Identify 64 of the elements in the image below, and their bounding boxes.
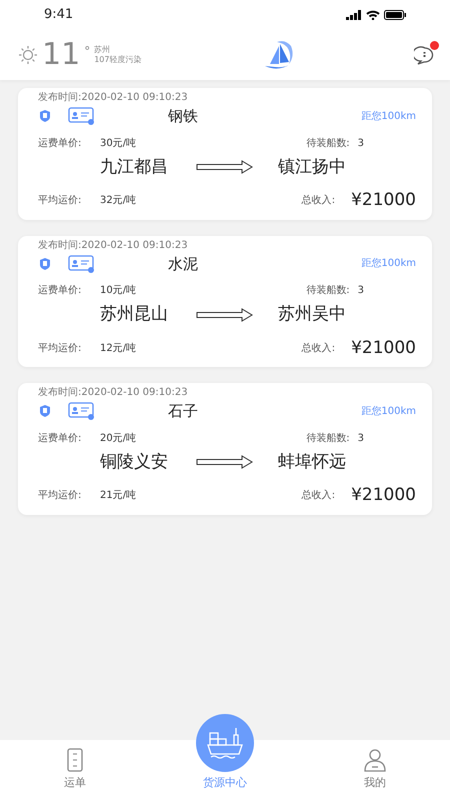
destination-city: 蚌埠怀远 [278,450,346,474]
total-income: ¥21000 [351,484,416,507]
freight-price: 20元/吨 [100,432,138,446]
id-card-icon [68,254,96,273]
cargo-name: 石子 [168,401,199,422]
distance: 距您100km [361,404,416,419]
origin-city: 铜陵义安 [100,450,169,474]
air-quality: 107轻度污染 [94,55,142,66]
id-card-icon [68,107,96,126]
status-time: 9:41 [44,6,74,24]
message-icon[interactable] [414,44,436,67]
tab-item[interactable]: 我的 [325,748,425,792]
temperature: 11 [42,40,80,70]
id-card-icon [68,402,96,420]
route-arrow-icon [196,308,254,322]
distance: 距您100km [361,257,416,272]
shield-badge-icon [38,404,52,418]
degree-sign: ° [84,43,90,60]
total-income: ¥21000 [351,189,416,212]
avg-price-label: 平均运价: [38,342,82,356]
avg-price: 32元/吨 [100,194,138,208]
ships-count: 3 [358,136,364,150]
origin-city: 苏州昆山 [100,303,169,326]
ships-label: 待装船数: [306,136,350,150]
signal-icon [346,10,362,20]
sun-icon [18,45,38,65]
ships-count: 3 [358,432,364,446]
ships-label: 待装船数: [306,432,350,446]
shield-badge-icon [38,109,52,124]
publish-time: 发布时间:2020-02-10 09:10:23 [38,238,189,252]
ships-count: 3 [358,284,364,298]
origin-city: 九江都昌 [100,156,169,178]
tab-item[interactable]: 货源中心 [175,714,275,792]
income-label: 总收入: [302,488,336,504]
freight-label: 运费单价: [38,432,82,446]
ships-label: 待装船数: [306,284,350,298]
freight-label: 运费单价: [38,136,82,150]
cargo-ship-icon [206,727,244,759]
wifi-icon [366,10,380,20]
avg-price: 12元/吨 [100,342,138,356]
avg-price-label: 平均运价: [38,194,82,208]
city-name: 苏州 [94,44,112,55]
total-income: ¥21000 [351,336,416,360]
freight-price: 30元/吨 [100,136,138,150]
avg-price: 21元/吨 [100,488,138,504]
avg-price-label: 平均运价: [38,488,82,504]
route-arrow-icon [196,160,254,174]
person-icon [363,748,387,772]
tab-item[interactable]: 运单 [25,748,125,792]
battery-icon [384,10,406,20]
income-label: 总收入: [302,342,336,356]
freight-label: 运费单价: [38,284,82,298]
cargo-name: 水泥 [168,254,199,274]
distance: 距您100km [361,110,416,124]
destination-city: 苏州吴中 [278,303,346,326]
document-icon [66,748,84,772]
destination-city: 镇江扬中 [278,156,346,178]
shield-badge-icon [38,256,52,271]
income-label: 总收入: [302,194,336,208]
cargo-name: 钢铁 [168,106,199,127]
freight-price: 10元/吨 [100,284,138,298]
publish-time: 发布时间:2020-02-10 09:10:23 [38,386,189,400]
publish-time: 发布时间:2020-02-10 09:10:23 [38,90,189,105]
route-arrow-icon [196,455,254,470]
